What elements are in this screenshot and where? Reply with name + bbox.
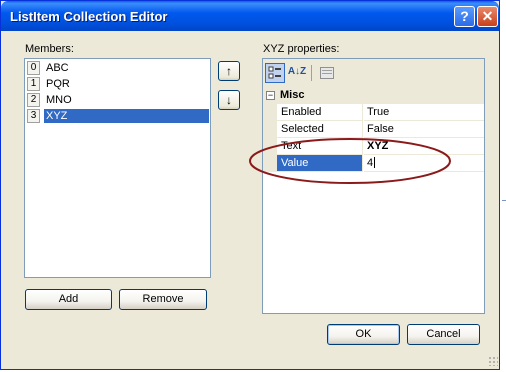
cancel-button[interactable]: Cancel <box>407 324 480 345</box>
member-item-selected[interactable]: 3 XYZ <box>26 108 209 124</box>
remove-button[interactable]: Remove <box>119 289 207 310</box>
member-name: ABC <box>46 62 69 74</box>
properties-label: XYZ properties: <box>263 43 340 55</box>
property-grid: A↓Z − Misc Enabled True Selected False T… <box>262 58 485 314</box>
member-index: 2 <box>27 93 40 107</box>
collapse-icon[interactable]: − <box>266 91 275 100</box>
row-gutter <box>263 104 277 121</box>
move-down-button[interactable]: ↓ <box>218 90 240 110</box>
help-button[interactable]: ? <box>454 6 475 27</box>
property-row[interactable]: Enabled True <box>263 104 484 121</box>
category-row[interactable]: − Misc <box>263 87 484 104</box>
property-name: Selected <box>277 121 363 138</box>
member-name: MNO <box>46 94 72 106</box>
alphabetical-icon: A↓Z <box>287 66 307 77</box>
member-item[interactable]: 1 PQR <box>26 76 209 92</box>
arrow-down-icon: ↓ <box>226 93 232 107</box>
text-caret <box>374 157 376 168</box>
close-button[interactable]: ✕ <box>477 6 498 27</box>
property-name: Text <box>277 138 363 155</box>
add-button[interactable]: Add <box>25 289 112 310</box>
window-title: ListItem Collection Editor <box>10 9 168 24</box>
background-edge <box>502 200 506 201</box>
property-pages-icon <box>320 67 334 79</box>
member-index: 3 <box>27 109 40 123</box>
member-index: 1 <box>27 77 40 91</box>
property-grid-toolbar: A↓Z <box>263 59 484 87</box>
property-pages-button[interactable] <box>317 63 337 83</box>
property-name: Value <box>277 155 363 172</box>
property-value-text: 4 <box>367 157 374 169</box>
property-name: Enabled <box>277 104 363 121</box>
property-value[interactable]: False <box>364 121 484 138</box>
property-value[interactable]: XYZ <box>364 138 484 155</box>
categorized-icon <box>268 66 281 79</box>
property-grid-body: − Misc Enabled True Selected False Text … <box>263 87 484 313</box>
row-gutter <box>263 121 277 138</box>
member-item[interactable]: 2 MNO <box>26 92 209 108</box>
row-gutter <box>263 155 277 172</box>
arrow-up-icon: ↑ <box>226 64 232 78</box>
property-value-input[interactable]: 4 <box>364 155 484 172</box>
category-name: Misc <box>280 89 305 101</box>
title-bar[interactable]: ListItem Collection Editor ? ✕ <box>1 1 499 31</box>
toolbar-separator <box>311 65 312 81</box>
members-label: Members: <box>25 43 74 55</box>
property-row-selected[interactable]: Value 4 <box>263 155 484 172</box>
members-list[interactable]: 0 ABC 1 PQR 2 MNO 3 XYZ <box>24 58 211 278</box>
property-value[interactable]: True <box>364 104 484 121</box>
move-up-button[interactable]: ↑ <box>218 61 240 81</box>
collection-editor-window: ListItem Collection Editor ? ✕ Members: … <box>0 0 500 370</box>
member-item[interactable]: 0 ABC <box>26 60 209 76</box>
member-index: 0 <box>27 61 40 75</box>
property-row[interactable]: Text XYZ <box>263 138 484 155</box>
resize-grip-icon[interactable] <box>488 356 498 366</box>
ok-button[interactable]: OK <box>327 324 400 345</box>
member-name: PQR <box>46 78 70 90</box>
row-gutter <box>263 138 277 155</box>
alphabetical-button[interactable]: A↓Z <box>287 63 307 83</box>
property-row[interactable]: Selected False <box>263 121 484 138</box>
categorized-button[interactable] <box>265 63 285 83</box>
member-name: XYZ <box>44 109 209 123</box>
